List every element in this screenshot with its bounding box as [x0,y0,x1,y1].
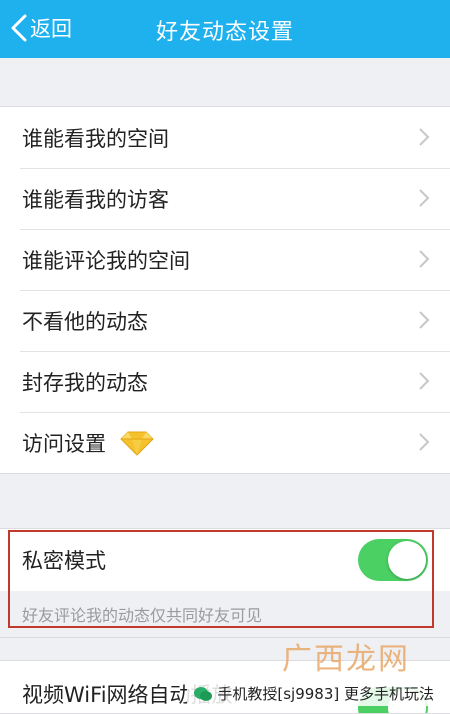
setting-label: 谁能评论我的空间 [22,248,190,273]
private-mode-section: 私密模式 好友评论我的动态仅共同好友可见 [0,528,450,638]
wechat-icon [193,686,213,702]
setting-access-settings[interactable]: 访问设置 [0,412,450,473]
setting-who-can-view-space[interactable]: 谁能看我的空间 [0,107,450,168]
setting-archive-my-feed[interactable]: 封存我的动态 [0,351,450,412]
watermark-brand: 广西龙网 [282,642,410,677]
setting-label: 谁能看我的空间 [22,126,169,151]
navigation-bar: 返回 好友动态设置 [0,0,450,58]
setting-label: 不看他的动态 [22,309,148,334]
watermark: 手机教授[sj9983] 更多手机玩法 [187,681,440,706]
setting-label: 谁能看我的访客 [22,187,169,212]
chevron-right-icon [418,249,430,269]
setting-label: 访问设置 [22,431,106,456]
setting-hide-their-feed[interactable]: 不看他的动态 [0,290,450,351]
diamond-vip-icon [120,430,154,456]
chevron-right-icon [418,371,430,391]
settings-list: 谁能看我的空间 谁能看我的访客 谁能评论我的空间 不看他的动态 封存我的动态 访… [0,106,450,474]
chevron-right-icon [418,310,430,330]
private-mode-toggle[interactable] [358,539,428,581]
toggle-knob [388,541,426,579]
setting-label: 封存我的动态 [22,370,148,395]
chevron-right-icon [418,432,430,452]
private-mode-label: 私密模式 [22,549,106,573]
chevron-right-icon [418,127,430,147]
setting-who-can-view-visitors[interactable]: 谁能看我的访客 [0,168,450,229]
private-mode-row[interactable]: 私密模式 [0,529,450,591]
watermark-text: 手机教授[sj9983] 更多手机玩法 [217,685,434,703]
setting-who-can-comment[interactable]: 谁能评论我的空间 [0,229,450,290]
page-title: 好友动态设置 [155,20,294,45]
chevron-right-icon [418,188,430,208]
private-mode-hint: 好友评论我的动态仅共同好友可见 [0,591,450,637]
